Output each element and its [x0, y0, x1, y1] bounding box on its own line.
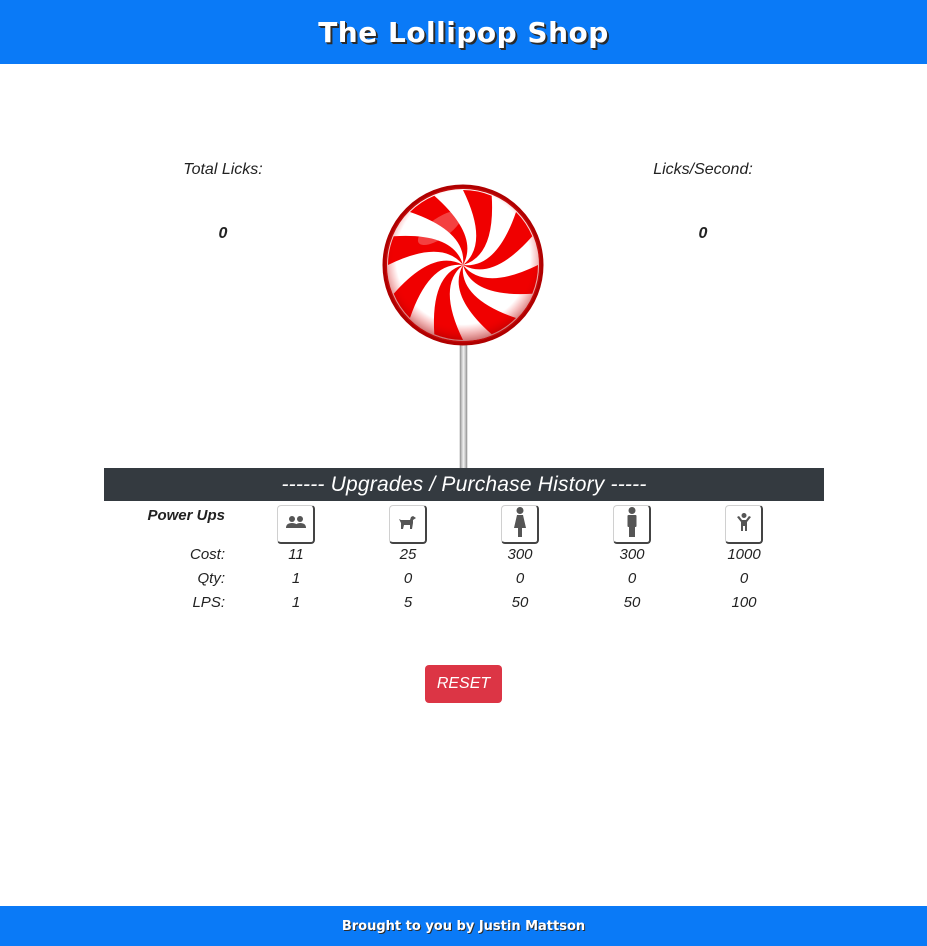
- lps-value: 100: [731, 594, 757, 611]
- site-header: The Lollipop Shop: [0, 0, 927, 64]
- qty-value: 0: [403, 570, 413, 587]
- upgrades-section-bar: ------ Upgrades / Purchase History -----: [104, 468, 824, 501]
- cost-row-label: Cost:: [189, 546, 225, 563]
- footer-credit: Brought to you by Justin Mattson: [341, 918, 586, 934]
- dog-icon: [398, 514, 418, 535]
- upgrades-section-title: ------ Upgrades / Purchase History -----: [281, 472, 647, 496]
- lps-value: 50: [511, 594, 529, 611]
- lps-value: 1: [291, 594, 301, 611]
- lps-value: 5: [403, 594, 413, 611]
- qty-row-label: Qty:: [197, 570, 225, 587]
- powerup-dog-button[interactable]: [389, 505, 427, 544]
- licks-per-second-label: Licks/Second:: [653, 161, 753, 178]
- lollipop-stick: [459, 339, 468, 471]
- cost-value: 25: [399, 546, 417, 563]
- reset-button[interactable]: RESET: [425, 665, 502, 703]
- lollipop-button[interactable]: [378, 180, 548, 471]
- licks-per-second-value: 0: [698, 225, 708, 242]
- cost-value: 300: [507, 546, 533, 563]
- total-licks-stat: Total Licks: 0: [123, 161, 323, 243]
- lps-value: 50: [623, 594, 641, 611]
- powerup-man-button[interactable]: [613, 505, 651, 544]
- total-licks-value: 0: [218, 225, 228, 242]
- powerup-group-button[interactable]: [277, 505, 315, 544]
- child-icon: [736, 512, 751, 536]
- lps-row-label: LPS:: [192, 594, 225, 611]
- total-licks-label: Total Licks:: [183, 161, 263, 178]
- qty-value: 0: [739, 570, 749, 587]
- powerups-label: Power Ups: [147, 507, 225, 524]
- cost-value: 1000: [727, 546, 761, 563]
- site-title: The Lollipop Shop: [318, 15, 609, 49]
- powerup-woman-button[interactable]: [501, 505, 539, 544]
- powerup-child-button[interactable]: [725, 505, 763, 544]
- man-icon: [626, 506, 638, 542]
- licks-per-second-stat: Licks/Second: 0: [603, 161, 803, 243]
- cost-value: 11: [288, 546, 304, 563]
- qty-value: 0: [627, 570, 637, 587]
- site-footer: Brought to you by Justin Mattson: [0, 906, 927, 946]
- qty-value: 0: [515, 570, 525, 587]
- group-icon: [285, 515, 307, 534]
- woman-icon: [513, 506, 527, 542]
- qty-value: 1: [291, 570, 301, 587]
- cost-value: 300: [619, 546, 645, 563]
